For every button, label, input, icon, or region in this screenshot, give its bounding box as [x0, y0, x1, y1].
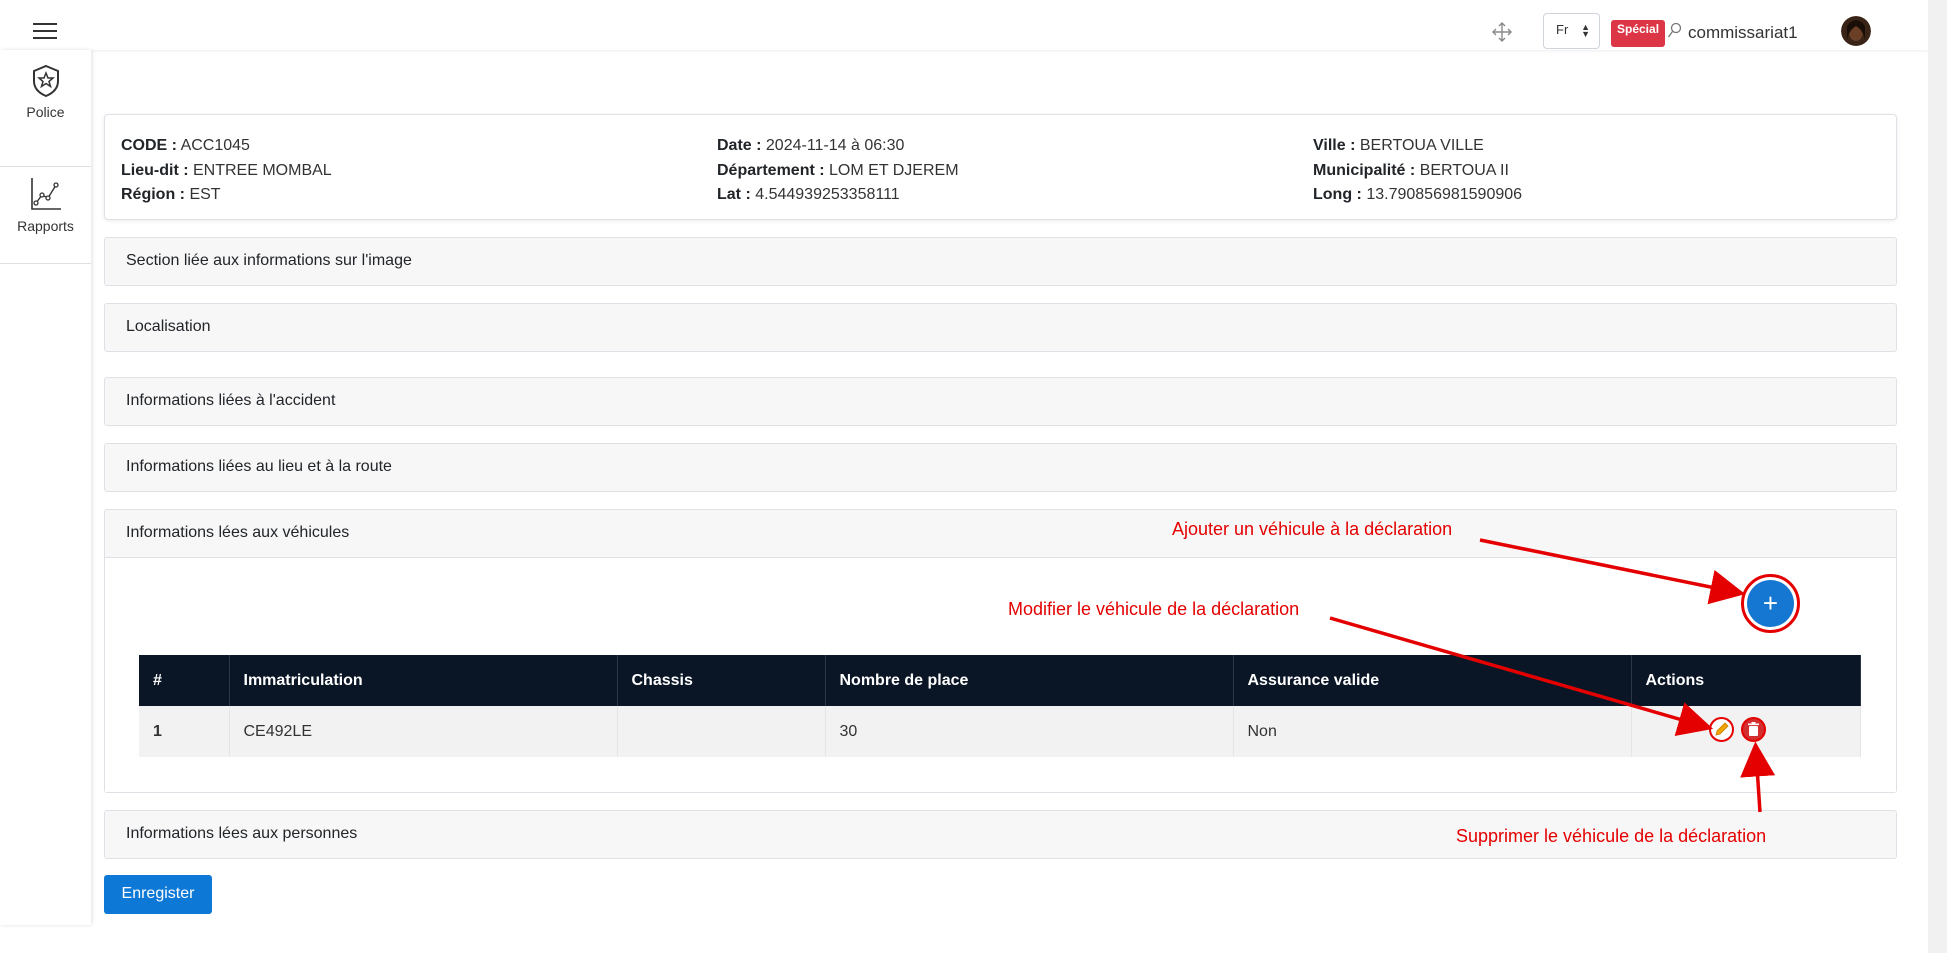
accident-summary-card: CODE : ACC1045 Lieu-dit : ENTREE MOMBAL … [104, 114, 1897, 220]
section-header[interactable]: Localisation [105, 304, 1896, 351]
page-scrollbar[interactable] [1928, 0, 1947, 953]
section-header[interactable]: Informations liées à l'accident [105, 378, 1896, 425]
summary-column-2: Date : 2024-11-14 à 06:30 Département : … [717, 134, 959, 208]
section-header[interactable]: Section liée aux informations sur l'imag… [105, 238, 1896, 285]
long-value: 13.790856981590906 [1366, 186, 1523, 203]
municipalite-value: BERTOUA II [1419, 161, 1509, 179]
column-header: Nombre de place [825, 655, 1234, 706]
sidebar: Police Rapports [0, 50, 91, 925]
sidebar-item-label: Rapports [17, 218, 74, 234]
language-value: Fr [1556, 22, 1569, 37]
departement-value: LOM ET DJEREM [829, 161, 959, 179]
user-icon [1667, 22, 1682, 38]
pencil-icon [1715, 722, 1729, 736]
table-header-row: # Immatriculation Chassis Nombre de plac… [139, 655, 1861, 706]
column-header: Actions [1631, 655, 1861, 706]
lieu-value: ENTREE MOMBAL [193, 161, 332, 179]
section-image[interactable]: Section liée aux informations sur l'imag… [104, 237, 1897, 286]
sidebar-item-label: Police [26, 104, 65, 120]
column-header: # [139, 655, 230, 706]
sidebar-item-rapports[interactable]: Rapports [0, 176, 91, 264]
annotation-delete: Supprimer le véhicule de la déclaration [1456, 826, 1767, 846]
edit-vehicle-button[interactable] [1709, 717, 1734, 742]
fullscreen-icon[interactable] [1490, 20, 1514, 44]
add-vehicle-button[interactable]: + [1747, 580, 1794, 627]
ville-value: BERTOUA VILLE [1359, 137, 1484, 154]
code-label: CODE : [121, 137, 177, 154]
chart-line-icon [30, 178, 61, 210]
select-caret-icon: ▲ ▼ [1581, 22, 1590, 39]
special-badge: Spécial [1611, 20, 1666, 47]
summary-column-1: CODE : ACC1045 Lieu-dit : ENTREE MOMBAL … [121, 134, 332, 208]
column-header: Chassis [617, 655, 826, 706]
code-value: ACC1045 [180, 137, 250, 154]
column-header: Immatriculation [229, 655, 618, 706]
avatar[interactable] [1841, 16, 1871, 46]
date-label: Date : [717, 137, 762, 154]
section-accident[interactable]: Informations liées à l'accident [104, 377, 1897, 426]
cell-assurance: Non [1233, 706, 1632, 757]
summary-column-3: Ville : BERTOUA VILLE Municipalité : BER… [1313, 134, 1522, 208]
annotation-edit: Modifier le véhicule de la déclaration [1008, 599, 1300, 619]
section-lieu-route[interactable]: Informations liées au lieu et à la route [104, 443, 1897, 492]
vehicles-table: # Immatriculation Chassis Nombre de plac… [139, 655, 1861, 757]
annotation-add: Ajouter un véhicule à la déclaration [1172, 519, 1453, 539]
section-localisation[interactable]: Localisation [104, 303, 1897, 352]
trash-icon [1748, 722, 1759, 736]
region-value: EST [189, 186, 221, 203]
language-select[interactable]: Fr ▲ ▼ [1543, 13, 1600, 49]
long-label: Long : [1313, 186, 1362, 203]
date-value: 2024-11-14 à 06:30 [765, 137, 905, 154]
lat-label: Lat : [717, 186, 751, 203]
delete-vehicle-button[interactable] [1741, 717, 1766, 742]
lieu-label: Lieu-dit : [121, 161, 189, 179]
municipalite-label: Municipalité : [1313, 161, 1416, 179]
save-button[interactable]: Enregister [104, 875, 212, 914]
table-row: 1 CE492LE 30 Non [139, 706, 1861, 757]
ville-label: Ville : [1313, 137, 1356, 154]
shield-star-icon [32, 64, 59, 98]
top-navbar: Fr ▲ ▼ Spécial commissariat1 [0, 0, 1928, 50]
column-header: Assurance valide [1233, 655, 1632, 706]
lat-value: 4.544939253358111 [755, 186, 900, 203]
cell-chassis [617, 706, 826, 757]
region-label: Région : [121, 186, 185, 203]
sidebar-item-police[interactable]: Police [0, 64, 91, 167]
section-header[interactable]: Informations liées au lieu et à la route [105, 444, 1896, 491]
cell-places: 30 [825, 706, 1234, 757]
cell-num: 1 [139, 706, 230, 757]
username[interactable]: commissariat1 [1688, 23, 1798, 43]
cell-immatriculation: CE492LE [229, 706, 618, 757]
menu-toggle-icon[interactable] [33, 23, 57, 41]
section-header[interactable]: Informations lées aux véhicules [105, 510, 1896, 557]
departement-label: Département : [717, 161, 825, 179]
